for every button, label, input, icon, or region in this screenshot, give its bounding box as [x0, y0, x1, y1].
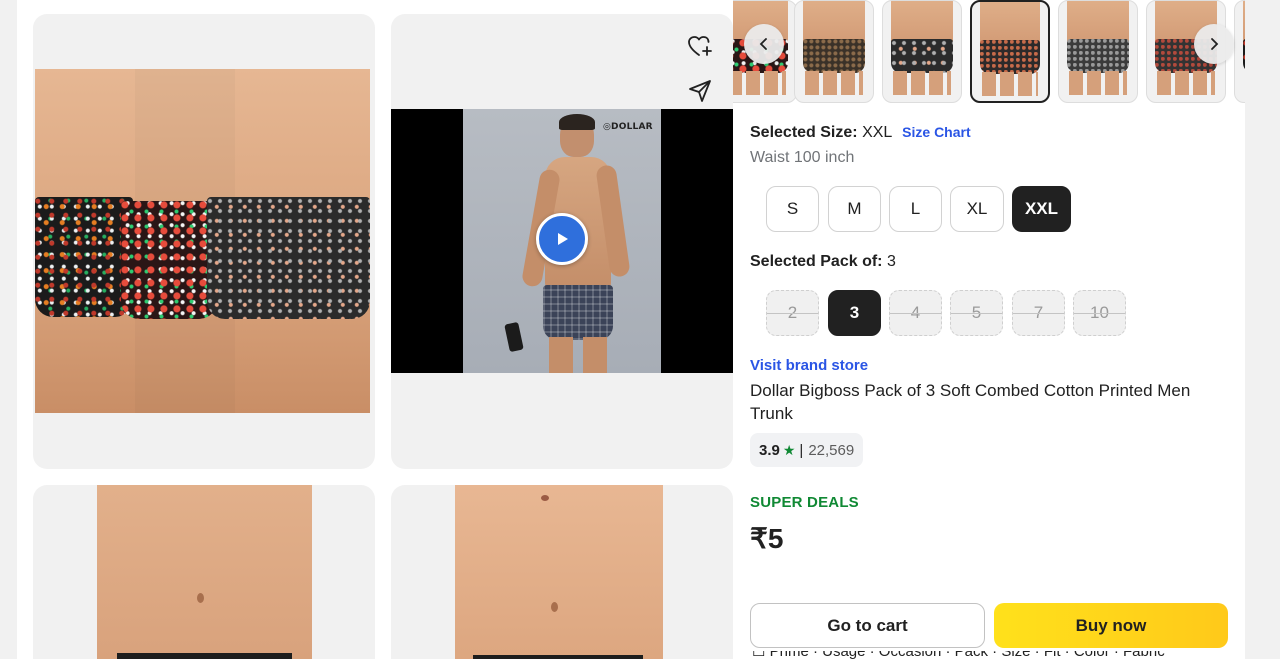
size-option-m[interactable]: M: [828, 186, 881, 232]
pack-option-5[interactable]: 5: [950, 290, 1003, 336]
star-icon: ★: [782, 441, 796, 458]
thumbnail-prev-button[interactable]: [744, 24, 784, 64]
thumbnail-2[interactable]: [794, 0, 874, 103]
selected-pack-value: 3: [886, 253, 896, 270]
product-image-card-4[interactable]: [391, 485, 733, 659]
left-gutter: [0, 0, 17, 659]
chevron-left-icon: [759, 38, 767, 50]
selected-size-row: Selected Size: XXL Size Chart: [750, 124, 971, 142]
selected-size-value: XXL: [862, 124, 892, 141]
product-photo-torso-1: [97, 485, 312, 659]
thumbnail-5[interactable]: [1058, 0, 1138, 103]
rating-value: 3.9: [759, 441, 780, 459]
pack-option-3-selected[interactable]: 3: [828, 290, 881, 336]
video-brand-logo: ◎DOLLAR: [603, 122, 653, 132]
product-page: ◎DOLLAR Selected Size: XXL Size Chart Wa…: [0, 0, 1280, 659]
super-deals-label: SUPER DEALS: [750, 494, 859, 511]
pack-option-7[interactable]: 7: [1012, 290, 1065, 336]
size-option-xl[interactable]: XL: [950, 186, 1004, 232]
product-title: Dollar Bigboss Pack of 3 Soft Combed Cot…: [750, 381, 1191, 423]
size-option-xxl-selected[interactable]: XXL: [1012, 186, 1071, 232]
thumbnail-4-active[interactable]: [970, 0, 1050, 103]
play-icon: [558, 233, 568, 245]
product-video[interactable]: ◎DOLLAR: [391, 109, 733, 373]
pack-option-4[interactable]: 4: [889, 290, 942, 336]
waist-info: Waist 100 inch: [750, 149, 855, 166]
selected-size-label: Selected Size:: [750, 124, 858, 141]
thumbnail-strip: [733, 0, 1245, 104]
cutoff-details-text: ☐ Prime · Usage · Occasion · Pack · Size…: [752, 651, 1222, 659]
size-option-s[interactable]: S: [766, 186, 819, 232]
size-option-l[interactable]: L: [889, 186, 942, 232]
rating-separator: |: [799, 441, 804, 459]
rating-count: 22,569: [808, 441, 855, 459]
share-icon[interactable]: [683, 74, 717, 108]
price: ₹5: [750, 523, 784, 554]
rating-badge[interactable]: 3.9 ★ | 22,569: [750, 433, 864, 467]
buy-now-button[interactable]: Buy now: [994, 603, 1228, 648]
product-image-card-3[interactable]: [33, 485, 375, 659]
thumbnail-3[interactable]: [882, 0, 962, 103]
chevron-right-icon: [1211, 38, 1219, 50]
pack-option-2[interactable]: 2: [766, 290, 819, 336]
cutoff-details-row: ☐ Prime · Usage · Occasion · Pack · Size…: [752, 651, 1222, 659]
product-photo-torso-2: [455, 485, 663, 659]
play-button[interactable]: [536, 213, 588, 265]
selected-pack-row: Selected Pack of: 3: [750, 253, 896, 271]
visit-brand-store-link[interactable]: Visit brand store: [750, 357, 868, 374]
thumbnail-7[interactable]: [1234, 0, 1245, 103]
wishlist-heart-plus-icon[interactable]: [683, 29, 717, 63]
product-image-card-1[interactable]: [33, 14, 375, 469]
pack-option-10[interactable]: 10: [1073, 290, 1126, 336]
right-gutter: [1245, 0, 1280, 659]
go-to-cart-button[interactable]: Go to cart: [750, 603, 985, 648]
thumbnail-next-button[interactable]: [1194, 24, 1234, 64]
pack-option-label: 3: [849, 303, 860, 322]
product-photo-pack: [35, 69, 370, 413]
size-chart-link[interactable]: Size Chart: [902, 124, 970, 140]
selected-pack-label: Selected Pack of:: [750, 253, 883, 270]
